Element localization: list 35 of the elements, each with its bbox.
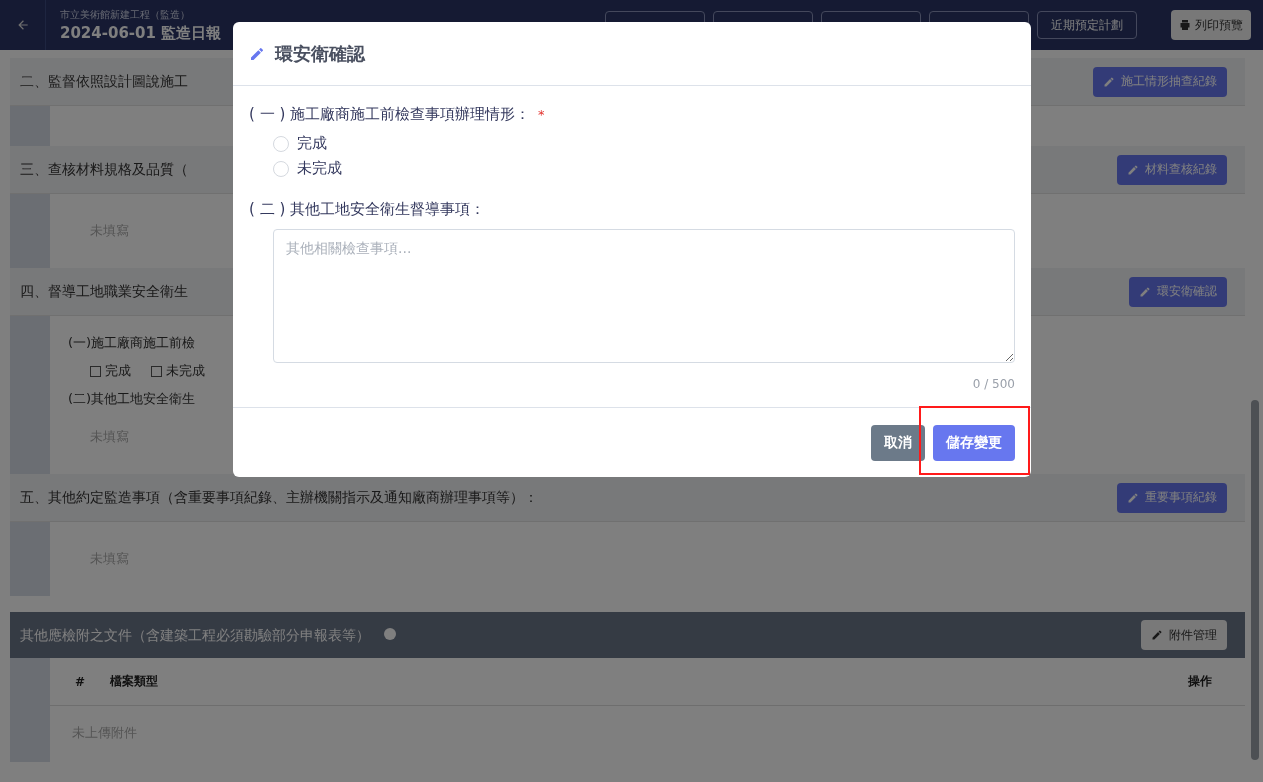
checkbox-label: 未完成 (166, 362, 205, 380)
required-mark: * (538, 107, 545, 122)
cancel-button[interactable]: 取消 (871, 424, 925, 461)
section-strip (10, 658, 50, 706)
record-button[interactable]: 材料查核紀錄 (1117, 154, 1227, 185)
record-button[interactable]: 施工情形抽查紀錄 (1093, 66, 1227, 97)
save-button[interactable]: 儲存變更 (933, 424, 1015, 461)
radio-button[interactable] (273, 160, 289, 177)
nav-button[interactable]: 近期預定計劃 (1037, 11, 1137, 39)
question-label: ( 二 ) 其他工地安全衛生督導事項： (249, 200, 486, 219)
scrollbar[interactable] (1251, 400, 1259, 760)
pencil-icon (1103, 75, 1115, 88)
print-button[interactable]: 列印預覽 (1171, 10, 1251, 40)
pencil-icon (1127, 163, 1139, 176)
printer-icon (1179, 19, 1191, 31)
dialog-title: 環安衛確認 (275, 41, 365, 66)
checkbox-label: 完成 (105, 362, 131, 380)
radio-button[interactable] (273, 135, 289, 152)
radio-label: 未完成 (297, 159, 342, 178)
section-title: 五、其他約定監造事項（含重要事項紀錄、主辦機關指示及通知廠商辦理事項等）： (20, 488, 538, 507)
pencil-icon (1139, 285, 1151, 298)
attachments-title: 其他應檢附之文件（含建築工程必須勘驗部分申報表等） (20, 627, 370, 643)
radio-label: 完成 (297, 134, 327, 153)
page-title: 2024-06-01 監造日報 (60, 23, 223, 43)
item-label: (二)其他工地安全衛生 (68, 390, 197, 408)
character-counter: 0 / 500 (972, 377, 1015, 391)
notes-field[interactable]: 其他相關檢查事項... (273, 229, 1015, 363)
section-title: 二、監督依照設計圖說施工 (20, 72, 188, 91)
section-title: 三、查核材料規格及品質（ (20, 160, 188, 179)
attachments-button[interactable]: 附件管理 (1141, 620, 1227, 650)
record-button[interactable]: 環安衛確認 (1129, 276, 1227, 307)
pencil-icon (1151, 629, 1163, 641)
pencil-icon (249, 45, 265, 62)
question-label: ( 一 ) 施工廠商施工前檢查事項辦理情形： (249, 105, 530, 123)
section-title: 四、督導工地職業安全衛生 (20, 282, 188, 301)
